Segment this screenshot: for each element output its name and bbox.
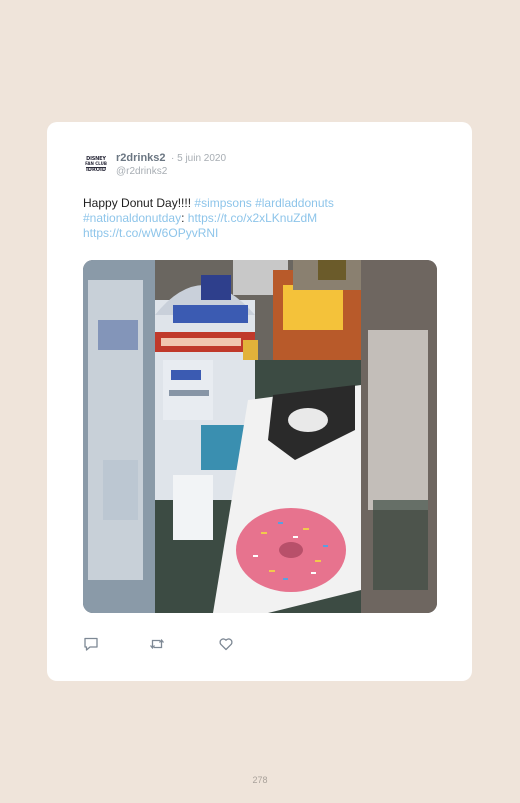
heart-icon[interactable] <box>218 636 234 652</box>
avatar-text-2: FAN CLUB <box>85 161 107 166</box>
tweet-photo[interactable] <box>83 260 437 613</box>
page-number: 278 <box>252 775 268 785</box>
tweet-actions <box>83 636 283 652</box>
reply-icon[interactable] <box>83 636 99 652</box>
tweet-link-1[interactable]: https://t.co/x2xLKnuZdM <box>188 211 317 225</box>
hashtag-nationaldonutday[interactable]: #nationaldonutday <box>83 211 181 225</box>
tweet-text-plain: Happy Donut Day!!!! <box>83 196 195 210</box>
avatar[interactable]: DISNEY FAN CLUB IDROID <box>84 153 108 177</box>
photo-r2d2-donut <box>83 260 437 613</box>
retweet-icon[interactable] <box>149 636 165 652</box>
avatar-text-3: IDROID <box>85 167 107 173</box>
tweet-link-2[interactable]: https://t.co/wW6OPyvRNI <box>83 226 218 240</box>
user-handle[interactable]: @r2drinks2 <box>116 166 167 177</box>
tweet-colon: : <box>181 211 188 225</box>
hashtag-lardladdonuts[interactable]: #lardladdonuts <box>255 196 334 210</box>
tweet-card: DISNEY FAN CLUB IDROID r2drinks2 · 5 jui… <box>47 122 472 681</box>
tweet-text: Happy Donut Day!!!! #simpsons #lardladdo… <box>83 196 413 241</box>
hashtag-simpsons[interactable]: #simpsons <box>194 196 251 210</box>
display-name[interactable]: r2drinks2 <box>116 152 166 164</box>
tweet-date[interactable]: · 5 juin 2020 <box>171 153 226 164</box>
